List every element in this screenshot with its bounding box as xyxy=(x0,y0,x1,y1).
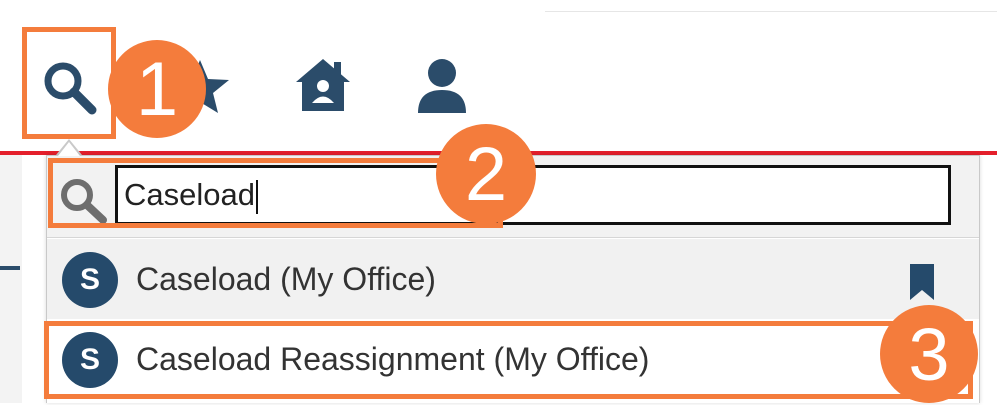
result-item-highlight xyxy=(44,321,973,399)
header-divider xyxy=(545,11,997,12)
step-callout-1: 1 xyxy=(108,40,206,138)
result-label: Caseload (My Office) xyxy=(136,261,436,297)
step-callout-2: 2 xyxy=(436,124,536,224)
search-button-highlight xyxy=(22,27,116,139)
page-left-edge xyxy=(0,155,22,403)
shortcut-badge: S xyxy=(62,252,118,308)
step-callout-3: 3 xyxy=(880,305,978,403)
dropdown-caret-fill xyxy=(58,142,80,156)
bookmark-icon[interactable] xyxy=(908,262,936,302)
page-left-tick xyxy=(0,266,20,270)
result-item-caseload[interactable]: S Caseload (My Office) xyxy=(47,239,979,319)
search-input-highlight xyxy=(48,158,503,228)
user-icon[interactable] xyxy=(416,58,468,114)
home-icon[interactable] xyxy=(294,56,352,114)
